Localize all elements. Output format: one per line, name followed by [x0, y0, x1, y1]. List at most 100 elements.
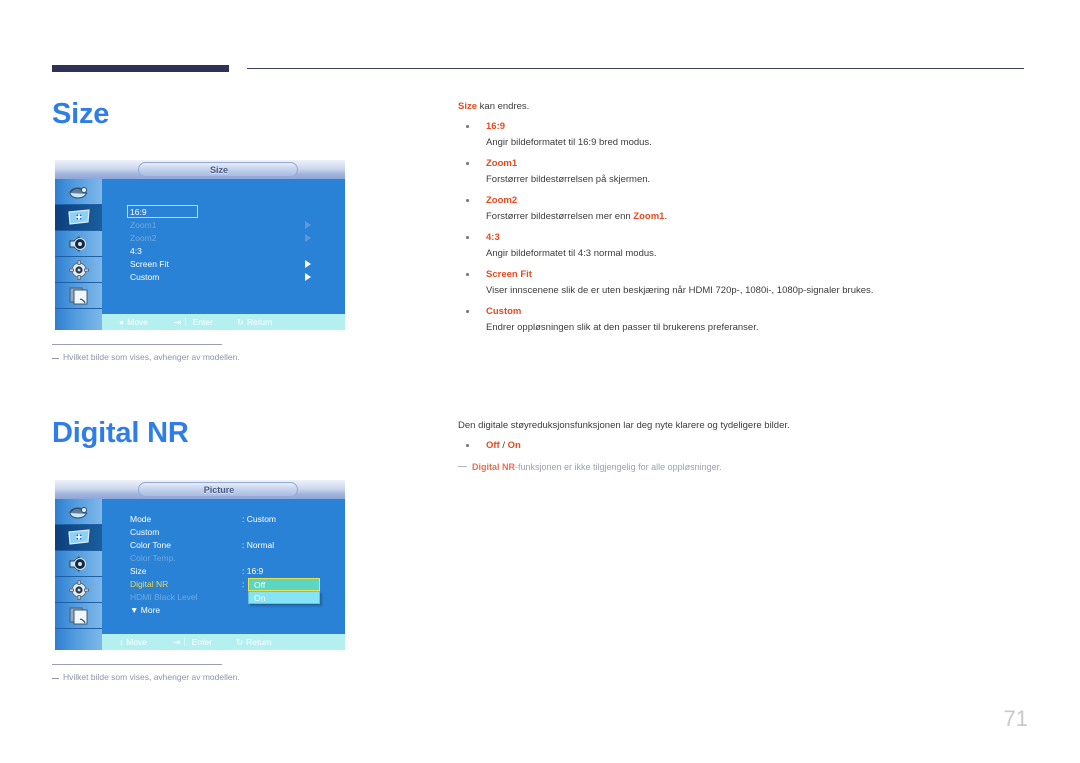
- osd-help-move[interactable]: ↕ Move: [119, 637, 147, 647]
- list-item: Off / On: [458, 439, 1028, 452]
- osd-value-mode: : Custom: [242, 514, 277, 524]
- size-desc-zoom2-keyword: Zoom1: [633, 211, 665, 222]
- size-desc-custom: Endrer oppløsningen slik at den passer t…: [486, 322, 759, 333]
- dpad-icon: ↕: [119, 637, 124, 647]
- osd-item-custom[interactable]: Custom: [130, 271, 159, 284]
- input-source-icon: [67, 184, 91, 200]
- multi-control-icon: [68, 287, 90, 305]
- osd-rail-multi-control[interactable]: [55, 603, 102, 629]
- osd-item-size[interactable]: Size: [130, 565, 147, 578]
- osd-icon-rail: [55, 499, 102, 650]
- list-item: 4:3 Angir bildeformatet til 4:3 normal m…: [458, 231, 1028, 261]
- size-term-4-3: 4:3: [486, 232, 500, 243]
- bullet-dot-icon: [466, 125, 469, 128]
- osd-help-move-label: Move: [126, 637, 148, 647]
- digital-nr-option-off: Off: [486, 440, 500, 451]
- return-arrow-icon: ↻: [236, 636, 244, 647]
- size-desc-zoom2-post: .: [664, 211, 668, 222]
- input-source-icon: [67, 504, 91, 520]
- osd-title-text: Picture: [203, 485, 235, 495]
- header-rule-thick: [52, 65, 229, 72]
- osd-item-screen-fit[interactable]: Screen Fit: [130, 258, 169, 271]
- note-dash-icon: [458, 466, 467, 467]
- osd-menu-pane: Mode : Custom Custom Color Tone : Normal…: [102, 499, 345, 650]
- osd-item-zoom2[interactable]: Zoom2: [130, 232, 156, 245]
- size-term-screen-fit: Screen Fit: [486, 269, 532, 280]
- page-title-size: Size: [52, 98, 110, 130]
- list-item: Custom Endrer oppløsningen slik at den p…: [458, 305, 1028, 335]
- osd-rail-input-source[interactable]: [55, 499, 102, 525]
- bullet-dot-icon: [466, 310, 469, 313]
- osd-item-color-tone[interactable]: Color Tone: [130, 539, 171, 552]
- osd-screenshot-picture: Picture Mode: Custom Custom Color Tone …: [55, 480, 345, 650]
- list-item: Screen Fit Viser innscenene slik de er u…: [458, 268, 1028, 298]
- osd-rail-setup[interactable]: [55, 257, 102, 283]
- footnote-dash: [52, 678, 59, 679]
- dpad-icon: ●: [119, 317, 125, 327]
- osd-help-enter[interactable]: ⇥｜ Enter: [173, 636, 212, 648]
- osd-help-enter[interactable]: ⇥｜ Enter: [174, 316, 213, 328]
- osd-dropdown-option-on[interactable]: On: [248, 591, 320, 604]
- size-term-16-9: 16:9: [486, 121, 506, 132]
- bullet-dot-icon: [466, 444, 469, 447]
- osd-help-return[interactable]: ↻ Return: [237, 317, 273, 328]
- osd-dropdown-option-off[interactable]: Off: [248, 578, 320, 591]
- osd-help-bar: ● Move ⇥｜ Enter ↻ Return: [102, 314, 345, 330]
- footnote-size: Hvilket bilde som vises, avhenger av mod…: [63, 352, 240, 362]
- osd-item-more[interactable]: ▼ More: [130, 604, 160, 617]
- bullet-dot-icon: [466, 273, 469, 276]
- osd-rail-multi-control[interactable]: [55, 283, 102, 309]
- osd-rail-picture[interactable]: [55, 205, 102, 231]
- size-desc-screen-fit: Viser innscenene slik de er uten beskjær…: [486, 285, 874, 296]
- document-page: Size Size 16:9 Zoom1 Zoom2 4:3 Screen Fi…: [0, 0, 1080, 763]
- digital-nr-note-keyword: Digital NR: [472, 462, 516, 472]
- chevron-right-icon: [305, 221, 311, 229]
- footnote-rule: [52, 664, 222, 665]
- footnote-dash: [52, 358, 59, 359]
- list-item: Zoom2 Forstørrer bildestørrelsen mer enn…: [458, 194, 1028, 224]
- osd-item-hdmi-black-level[interactable]: HDMI Black Level: [130, 591, 198, 604]
- digital-nr-description-column: Den digitale støyreduksjonsfunksjonen la…: [458, 419, 1028, 474]
- osd-help-enter-label: Enter: [192, 317, 213, 327]
- osd-item-mode[interactable]: Mode: [130, 513, 151, 526]
- osd-title-pill: Picture: [138, 482, 298, 497]
- enter-key-icon: ⇥｜: [173, 637, 189, 647]
- osd-icon-rail: [55, 179, 102, 330]
- bullet-dot-icon: [466, 199, 469, 202]
- header-rule-thin: [247, 68, 1024, 69]
- osd-value-color-tone: : Normal: [242, 540, 275, 550]
- osd-rail-sound[interactable]: [55, 231, 102, 257]
- osd-item-zoom1[interactable]: Zoom1: [130, 219, 156, 232]
- osd-titlebar: Picture: [55, 480, 345, 499]
- osd-item-custom[interactable]: Custom: [130, 526, 159, 539]
- size-lead-rest: kan endres.: [477, 101, 530, 112]
- digital-nr-options: Off / On: [486, 439, 1028, 452]
- size-lead-keyword: Size: [458, 101, 478, 112]
- setup-gear-icon: [68, 259, 89, 280]
- osd-help-return-label: Return: [246, 637, 272, 647]
- osd-help-return[interactable]: ↻ Return: [236, 637, 272, 648]
- digital-nr-lead-text: Den digitale støyreduksjonsfunksjonen la…: [458, 420, 790, 431]
- osd-rail-picture[interactable]: [55, 525, 102, 551]
- chevron-right-icon: [305, 260, 311, 268]
- footnote-digital-nr: Hvilket bilde som vises, avhenger av mod…: [63, 672, 240, 682]
- osd-rail-sound[interactable]: [55, 551, 102, 577]
- multi-control-icon: [68, 607, 90, 625]
- size-desc-zoom1: Forstørrer bildestørrelsen på skjermen.: [486, 174, 651, 185]
- size-lead-text: Size kan endres.: [458, 100, 1028, 114]
- osd-item-color-temp[interactable]: Color Temp.: [130, 552, 176, 565]
- chevron-right-icon: [305, 273, 311, 281]
- osd-rail-setup[interactable]: [55, 577, 102, 603]
- size-desc-16-9: Angir bildeformatet til 16:9 bred modus.: [486, 137, 652, 148]
- osd-help-move[interactable]: ● Move: [119, 317, 148, 327]
- bullet-dot-icon: [466, 236, 469, 239]
- footnote-rule: [52, 344, 222, 345]
- picture-icon: [67, 529, 91, 546]
- osd-item-digital-nr[interactable]: Digital NR: [130, 578, 168, 591]
- osd-titlebar: Size: [55, 160, 345, 179]
- size-desc-4-3: Angir bildeformatet til 4:3 normal modus…: [486, 248, 657, 259]
- digital-nr-option-on: On: [507, 440, 521, 451]
- osd-item-4-3[interactable]: 4:3: [130, 245, 142, 258]
- osd-item-16-9[interactable]: 16:9: [130, 206, 147, 219]
- osd-rail-input-source[interactable]: [55, 179, 102, 205]
